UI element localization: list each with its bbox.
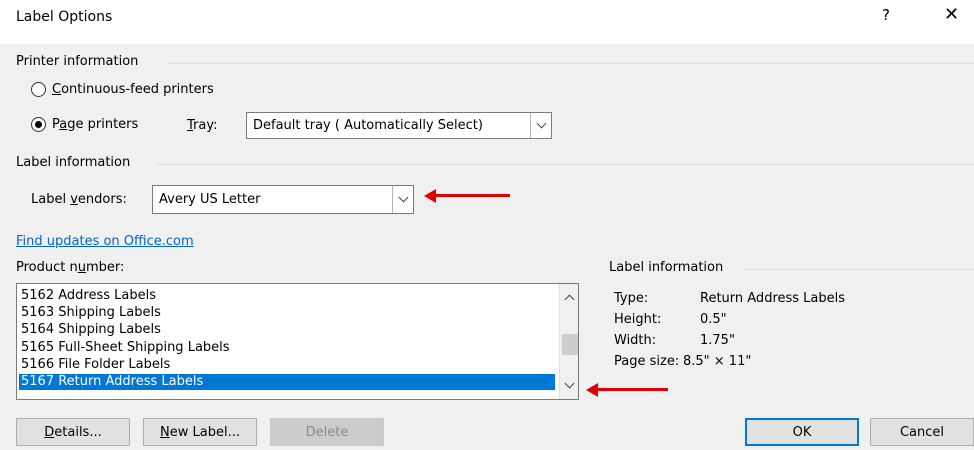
page-printers-radio[interactable]	[31, 117, 46, 132]
tray-dropdown-button[interactable]	[530, 113, 551, 138]
width-value: 1.75"	[700, 333, 735, 348]
dialog-title: Label Options	[16, 9, 113, 25]
height-value: 0.5"	[700, 312, 727, 327]
tray-value: Default tray ( Automatically Select)	[253, 118, 483, 133]
details-divider	[744, 269, 974, 270]
chevron-down-icon	[536, 118, 546, 129]
label-vendors-dropdown[interactable]: Avery US Letter	[152, 185, 414, 214]
new-label-button[interactable]: New Label...	[143, 418, 257, 446]
chevron-down-icon	[398, 192, 408, 203]
tray-dropdown[interactable]: Default tray ( Automatically Select)	[246, 112, 552, 139]
close-icon[interactable]: ✕	[944, 4, 959, 25]
cancel-button[interactable]: Cancel	[870, 418, 974, 446]
printer-info-divider	[168, 63, 974, 64]
width-key: Width:	[614, 333, 657, 348]
continuous-feed-radio[interactable]	[31, 82, 46, 97]
type-value: Return Address Labels	[700, 291, 846, 306]
product-number-label: Product number:	[16, 260, 125, 275]
annotation-arrow-shaft	[596, 388, 668, 391]
page-size-value: 8.5" × 11"	[683, 354, 752, 369]
scroll-thumb[interactable]	[562, 334, 578, 355]
height-key: Height:	[614, 312, 662, 327]
label-vendors-value: Avery US Letter	[159, 192, 261, 207]
list-item-selected[interactable]: 5167 Return Address Labels	[19, 374, 555, 390]
list-item[interactable]: 5163 Shipping Labels	[21, 305, 161, 321]
page-printers-option[interactable]: Page printers	[31, 117, 138, 132]
label-vendors-dropdown-button[interactable]	[392, 186, 413, 213]
type-key: Type:	[614, 291, 649, 306]
help-button[interactable]: ?	[882, 6, 890, 24]
tray-label: Tray:	[187, 118, 218, 133]
find-updates-link[interactable]: Find updates on Office.com	[16, 234, 194, 249]
product-number-list[interactable]: 5162 Address Labels 5163 Shipping Labels…	[16, 283, 579, 400]
printer-info-heading: Printer information	[16, 54, 139, 69]
list-scrollbar[interactable]	[559, 284, 578, 399]
label-info-divider	[156, 164, 974, 165]
list-item[interactable]: 5165 Full-Sheet Shipping Labels	[21, 340, 230, 356]
scroll-up-icon[interactable]	[564, 294, 575, 305]
label-vendors-label: Label vendors:	[31, 192, 127, 207]
page-printers-label: Page printers	[52, 117, 139, 132]
continuous-feed-label: Continuous-feed printers	[52, 82, 214, 97]
list-item[interactable]: 5164 Shipping Labels	[21, 322, 161, 338]
scroll-down-icon[interactable]	[564, 378, 575, 389]
ok-button[interactable]: OK	[745, 418, 859, 446]
details-heading: Label information	[609, 260, 724, 275]
page-size-key: Page size:	[614, 354, 680, 369]
delete-button[interactable]: Delete	[270, 418, 384, 446]
details-button[interactable]: Details...	[16, 418, 130, 446]
annotation-arrow-shaft	[434, 194, 510, 197]
continuous-feed-option[interactable]: Continuous-feed printers	[31, 82, 214, 97]
label-info-heading: Label information	[16, 155, 131, 170]
list-item[interactable]: 5162 Address Labels	[21, 288, 156, 304]
list-item[interactable]: 5166 File Folder Labels	[21, 357, 170, 373]
